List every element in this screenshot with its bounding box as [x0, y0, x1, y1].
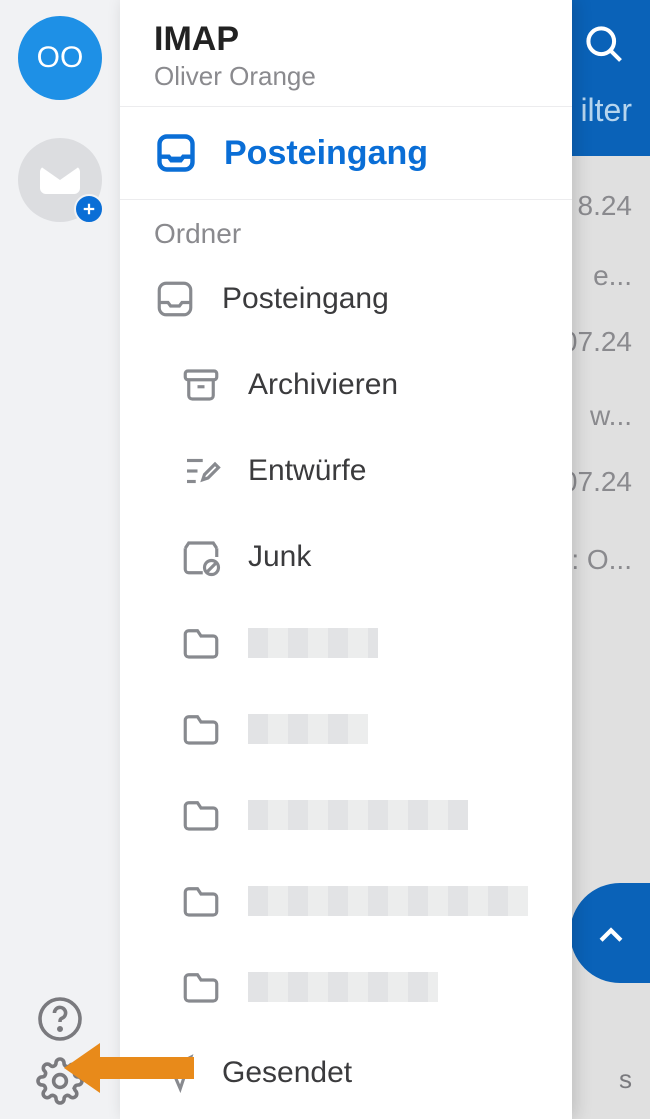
inbox-icon — [154, 131, 198, 175]
filter-label-fragment[interactable]: ilter — [580, 92, 632, 129]
folder-row-posteingang[interactable]: Posteingang — [120, 256, 572, 342]
account-rail: OO — [0, 0, 120, 1119]
folder-label: Gesendet — [222, 1056, 352, 1090]
avatar-primary-account[interactable]: OO — [18, 16, 102, 100]
redacted-label — [248, 972, 438, 1002]
account-name: Oliver Orange — [154, 61, 546, 92]
bg-list-fragment: 8.24 — [578, 190, 633, 222]
folder-row-redacted-8[interactable] — [120, 944, 572, 1030]
folder-row-archivieren[interactable]: Archivieren — [120, 342, 572, 428]
redacted-label — [248, 886, 528, 916]
drawer-header[interactable]: IMAP Oliver Orange — [120, 0, 572, 107]
bg-list-fragment: 07.24 — [562, 466, 632, 498]
add-account-badge[interactable] — [74, 194, 104, 224]
bg-list-fragment: 07.24 — [562, 326, 632, 358]
inbox-primary-label: Posteingang — [224, 134, 428, 173]
archive-icon — [180, 364, 222, 406]
search-icon[interactable] — [582, 22, 626, 66]
bg-list-fragment: : O... — [571, 544, 632, 576]
folder-icon — [180, 708, 222, 750]
bg-apps-fragment: s — [619, 1064, 632, 1095]
mail-icon — [40, 166, 80, 194]
inbox-primary-row[interactable]: Posteingang — [120, 107, 572, 200]
folder-row-junk[interactable]: Junk — [120, 514, 572, 600]
help-icon[interactable] — [36, 995, 84, 1043]
folder-icon — [180, 966, 222, 1008]
folder-label: Entwürfe — [248, 454, 366, 488]
folder-label: Posteingang — [222, 282, 389, 316]
folder-row-entwürfe[interactable]: Entwürfe — [120, 428, 572, 514]
drafts-icon — [180, 450, 222, 492]
inbox-icon — [154, 278, 196, 320]
folder-icon — [180, 880, 222, 922]
redacted-label — [248, 714, 368, 744]
folder-row-gesendet[interactable]: Gesendet — [120, 1030, 572, 1116]
folder-drawer: IMAP Oliver Orange Posteingang Ordner Po… — [120, 0, 572, 1119]
folders-section-label: Ordner — [120, 200, 572, 256]
avatar-initials: OO — [37, 41, 84, 75]
gear-icon[interactable] — [36, 1057, 84, 1105]
junk-icon — [180, 536, 222, 578]
bg-list-fragment: w... — [590, 400, 632, 432]
folder-icon — [180, 622, 222, 664]
redacted-label — [248, 800, 468, 830]
folder-row-redacted-6[interactable] — [120, 772, 572, 858]
folder-row-redacted-5[interactable] — [120, 686, 572, 772]
folder-icon — [180, 794, 222, 836]
redacted-label — [248, 628, 378, 658]
avatar-secondary-account[interactable] — [18, 138, 102, 222]
folder-row-redacted-7[interactable] — [120, 858, 572, 944]
folder-row-redacted-4[interactable] — [120, 600, 572, 686]
sent-icon — [154, 1052, 196, 1094]
folder-label: Archivieren — [248, 368, 398, 402]
bg-list-fragment: e... — [593, 260, 632, 292]
folder-label: Junk — [248, 540, 311, 574]
account-title: IMAP — [154, 20, 546, 59]
